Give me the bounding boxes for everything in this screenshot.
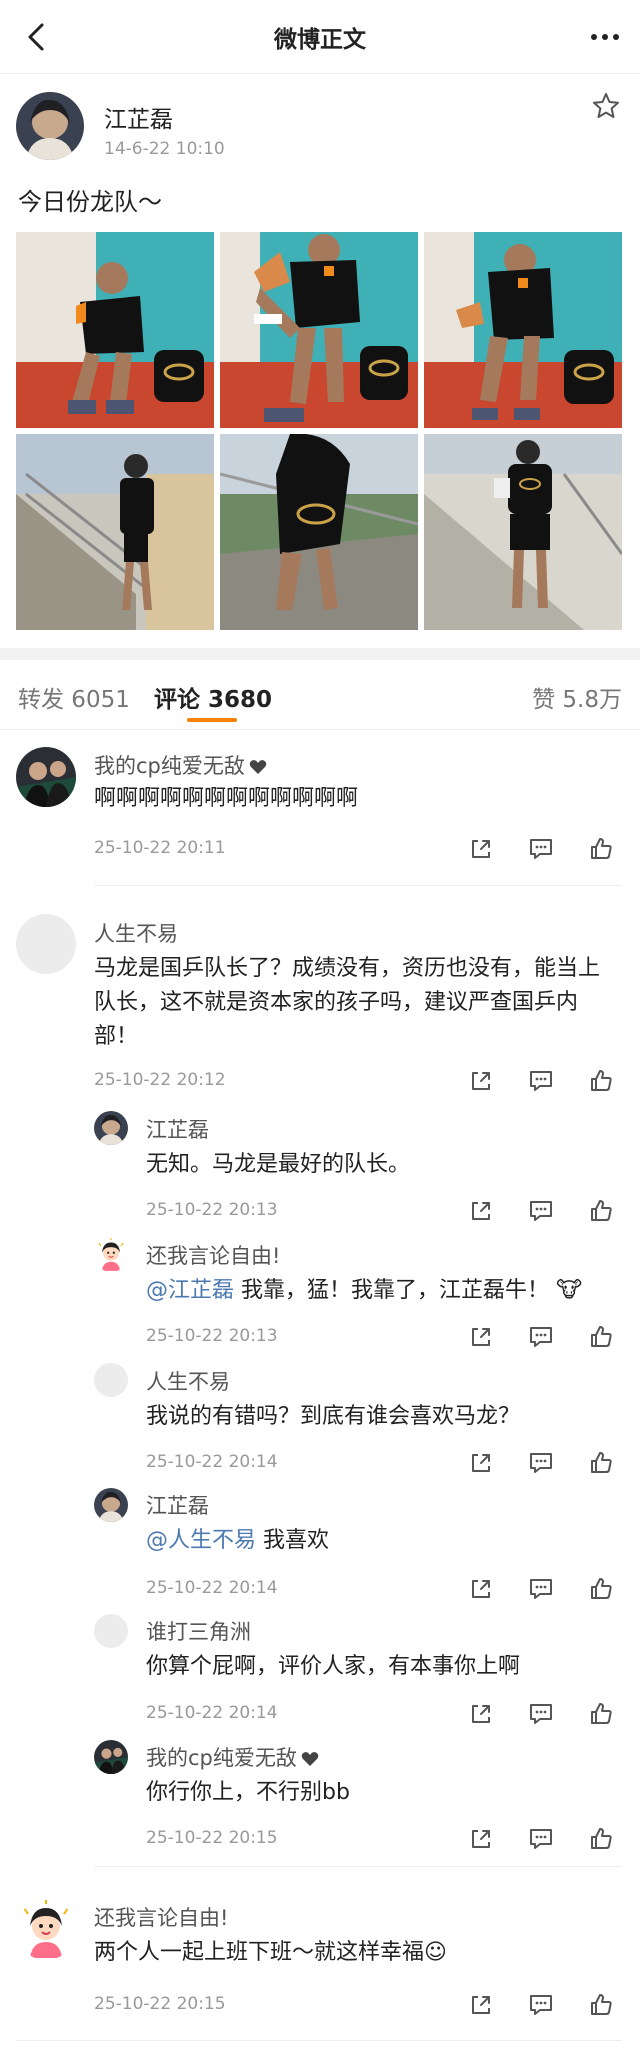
heart-icon: [301, 1751, 319, 1767]
avatar[interactable]: [94, 1740, 128, 1774]
share-icon[interactable]: [468, 836, 494, 862]
reply-name[interactable]: 江芷磊: [146, 1114, 209, 1144]
tab-likes[interactable]: 赞 5.8万: [532, 680, 622, 714]
reply-time: 25-10-22 20:14: [146, 1703, 278, 1723]
author-avatar[interactable]: [16, 92, 84, 160]
comment-text: 两个人一起上班下班～就这样幸福☺: [94, 1940, 447, 1965]
like-icon[interactable]: [588, 1068, 614, 1094]
reply-time: 25-10-22 20:13: [146, 1326, 278, 1346]
comment-time: 25-10-22 20:15: [94, 1994, 226, 2014]
photo-4[interactable]: [16, 434, 214, 630]
share-icon[interactable]: [468, 1992, 494, 2018]
photo-6[interactable]: [424, 434, 622, 630]
reply-name[interactable]: 还我言论自由!: [146, 1240, 280, 1270]
like-icon[interactable]: [588, 1450, 614, 1476]
post-time: 14-6-22 10:10: [104, 139, 225, 159]
share-icon[interactable]: [468, 1198, 494, 1224]
share-icon[interactable]: [468, 1701, 494, 1727]
photo-3[interactable]: [424, 232, 622, 428]
reply-name[interactable]: 我的cp纯爱无敌: [146, 1742, 319, 1772]
page-title: 微博正文: [274, 26, 366, 53]
commenter-name[interactable]: 还我言论自由!: [94, 1902, 228, 1932]
star-icon[interactable]: [592, 92, 620, 120]
active-tab-indicator: [187, 718, 237, 722]
avatar[interactable]: [94, 1488, 128, 1522]
more-dots-icon[interactable]: [588, 22, 622, 52]
avatar[interactable]: [16, 1900, 76, 1960]
comment-icon[interactable]: [528, 1450, 554, 1476]
reply-name[interactable]: 谁打三角洲: [146, 1616, 251, 1646]
share-icon[interactable]: [468, 1450, 494, 1476]
share-icon[interactable]: [468, 1324, 494, 1350]
comment-icon[interactable]: [528, 1198, 554, 1224]
comment-time: 25-10-22 20:12: [94, 1070, 226, 1090]
avatar[interactable]: [94, 1111, 128, 1145]
author-name[interactable]: 江芷磊: [104, 100, 173, 134]
comment-icon[interactable]: [528, 836, 554, 862]
reply-name[interactable]: 人生不易: [146, 1366, 230, 1396]
reply-text: 无知。马龙是最好的队长。: [146, 1152, 411, 1177]
like-icon[interactable]: [588, 1576, 614, 1602]
commenter-name[interactable]: 人生不易: [94, 918, 178, 948]
like-icon[interactable]: [588, 1826, 614, 1852]
like-icon[interactable]: [588, 1324, 614, 1350]
photo-1[interactable]: [16, 232, 214, 428]
reply-time: 25-10-22 20:13: [146, 1200, 278, 1220]
reply-text: 你行你上，不行别bb: [146, 1780, 350, 1805]
avatar[interactable]: [16, 914, 76, 974]
comment-text: 啊啊啊啊啊啊啊啊啊啊啊啊: [94, 786, 359, 811]
like-icon[interactable]: [588, 1701, 614, 1727]
photo-2[interactable]: [220, 232, 418, 428]
top-bar: 微博正文: [0, 0, 640, 74]
tab-reposts[interactable]: 转发 6051: [18, 680, 130, 714]
reply-text: 我说的有错吗？到底有谁会喜欢马龙？: [146, 1404, 521, 1429]
avatar[interactable]: [94, 1363, 128, 1397]
commenter-name[interactable]: 我的cp纯爱无敌: [94, 750, 267, 780]
comment-icon[interactable]: [528, 1324, 554, 1350]
avatar[interactable]: [16, 747, 76, 807]
heart-icon: [249, 759, 267, 775]
smile-emoji: ☺: [424, 1940, 447, 1965]
mention-link[interactable]: @江芷磊: [146, 1278, 234, 1303]
comment-icon[interactable]: [528, 1068, 554, 1094]
like-icon[interactable]: [588, 836, 614, 862]
reply-name[interactable]: 江芷磊: [146, 1490, 209, 1520]
cow-emoji: 🐮: [556, 1278, 583, 1303]
comment-text: 马龙是国乒队长了？成绩没有，资历也没有，能当上队长，这不就是资本家的孩子吗，建议…: [94, 956, 601, 1049]
reply-time: 25-10-22 20:14: [146, 1578, 278, 1598]
photo-5[interactable]: [220, 434, 418, 630]
section-gap: [0, 648, 640, 660]
comment-divider: [94, 885, 622, 886]
reply-time: 25-10-22 20:14: [146, 1452, 278, 1472]
reply-text: @江芷磊 我靠，猛！我靠了，江芷磊牛！ 🐮: [146, 1278, 583, 1303]
like-icon[interactable]: [588, 1992, 614, 2018]
avatar[interactable]: [94, 1614, 128, 1648]
share-icon[interactable]: [468, 1826, 494, 1852]
post-text: 今日份龙队～: [18, 188, 162, 216]
comment-icon[interactable]: [528, 1826, 554, 1852]
comment-icon[interactable]: [528, 1701, 554, 1727]
back-arrow-icon[interactable]: [20, 20, 54, 54]
reply-text: @人生不易 我喜欢: [146, 1528, 330, 1553]
comment-time: 25-10-22 20:11: [94, 838, 226, 858]
comment-icon[interactable]: [528, 1992, 554, 2018]
avatar[interactable]: [94, 1238, 128, 1272]
share-icon[interactable]: [468, 1068, 494, 1094]
share-icon[interactable]: [468, 1576, 494, 1602]
photo-grid: [16, 232, 622, 630]
tabs-divider: [0, 729, 640, 730]
like-icon[interactable]: [588, 1198, 614, 1224]
comment-divider: [16, 2040, 622, 2041]
reply-time: 25-10-22 20:15: [146, 1828, 278, 1848]
mention-link[interactable]: @人生不易: [146, 1528, 256, 1553]
comment-icon[interactable]: [528, 1576, 554, 1602]
tab-comments[interactable]: 评论 3680: [154, 680, 272, 714]
comment-divider: [94, 1866, 622, 1867]
reply-text: 你算个屁啊，评价人家，有本事你上啊: [146, 1654, 521, 1679]
